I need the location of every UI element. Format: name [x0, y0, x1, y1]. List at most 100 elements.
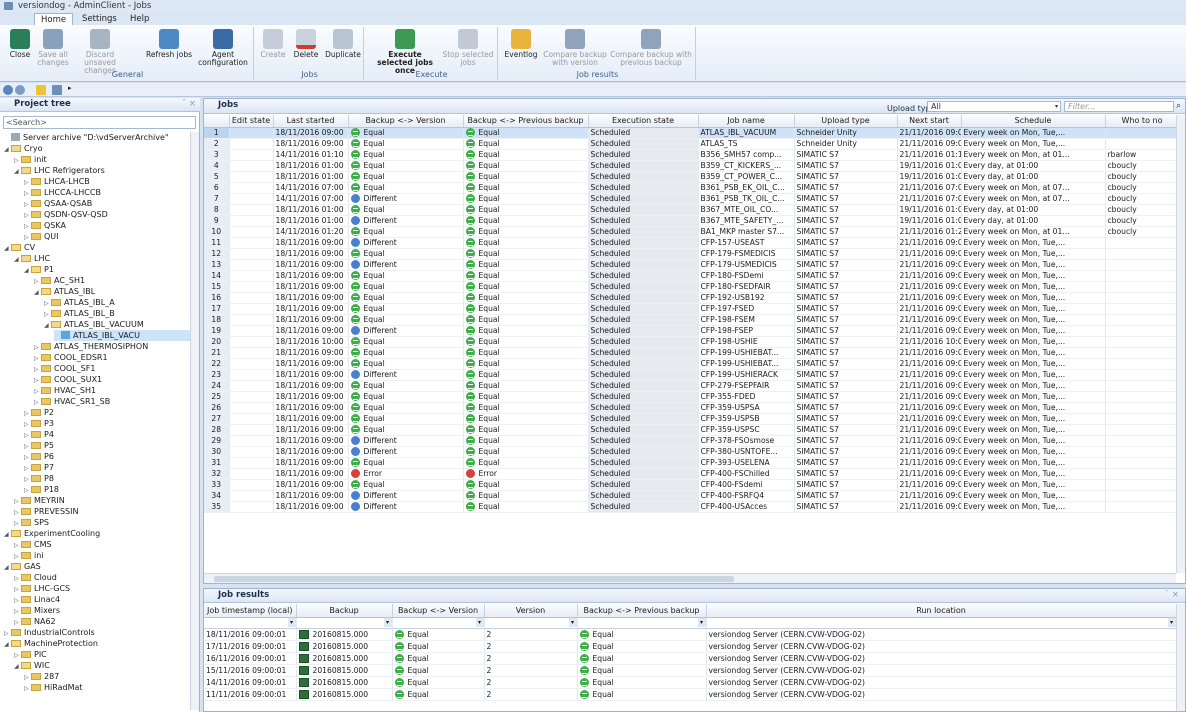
- table-row[interactable]: 12 18/11/2016 09:00 Equal Equal Scheduled CFP…: [204, 248, 1180, 260]
- tree-node[interactable]: ◢ Cryo: [4, 143, 190, 154]
- refresh-jobs-button[interactable]: Refresh jobs: [142, 29, 196, 59]
- column-header[interactable]: Job timestamp (local): [204, 604, 297, 618]
- compare-backup-with-previous-button[interactable]: Compare backup with previous backup: [610, 29, 692, 67]
- scrollbar-thumb[interactable]: [214, 576, 734, 582]
- table-row[interactable]: 13 18/11/2016 09:00 Different Equal Schedule…: [204, 259, 1180, 271]
- agent-configuration-button[interactable]: Agent configuration: [196, 29, 250, 67]
- collapse-arrow-icon[interactable]: ◢: [4, 562, 11, 573]
- tree-node[interactable]: ▷ P2: [24, 407, 190, 418]
- column-filter[interactable]: ▾: [706, 617, 1177, 629]
- table-row[interactable]: 23 18/11/2016 09:00 Different Equal Schedule…: [204, 369, 1180, 381]
- jobs-vertical-scrollbar[interactable]: [1176, 115, 1185, 573]
- table-row[interactable]: 7 14/11/2016 07:00 Different Equal Scheduled…: [204, 193, 1180, 205]
- collapse-arrow-icon[interactable]: ◢: [14, 661, 21, 672]
- create-job-button[interactable]: Create: [258, 29, 288, 59]
- table-row[interactable]: 28 18/11/2016 09:00 Equal Equal Scheduled CFP…: [204, 424, 1180, 436]
- table-row[interactable]: 1 18/11/2016 09:00 Equal Equal Scheduled ATLA…: [204, 127, 1180, 139]
- tree-node[interactable]: ▷ MEYRIN: [14, 495, 190, 506]
- duplicate-job-button[interactable]: Duplicate: [324, 29, 362, 59]
- column-header[interactable]: Execution state: [588, 115, 699, 128]
- filter-dropdown-icon[interactable]: ▾: [568, 618, 576, 627]
- table-row[interactable]: 17 18/11/2016 09:00 Equal Equal Scheduled CFP…: [204, 303, 1180, 315]
- filter-dropdown-icon[interactable]: ▾: [383, 618, 391, 627]
- tree-node[interactable]: ▷ P5: [24, 440, 190, 451]
- column-filter[interactable]: ▾: [577, 617, 707, 629]
- column-header[interactable]: Backup <-> Version: [348, 115, 464, 128]
- collapse-arrow-icon[interactable]: ◢: [34, 287, 41, 298]
- table-row[interactable]: 31 18/11/2016 09:00 Equal Equal Scheduled CFP…: [204, 457, 1180, 469]
- table-row[interactable]: 26 18/11/2016 09:00 Equal Equal Scheduled CFP…: [204, 402, 1180, 414]
- column-header[interactable]: Edit state: [229, 115, 274, 128]
- tree-node[interactable]: ◢ ATLAS_IBL: [34, 286, 190, 297]
- tree-node[interactable]: ▷ ATLAS_IBL_A: [44, 297, 190, 308]
- collapse-arrow-icon[interactable]: ◢: [4, 529, 11, 540]
- table-row[interactable]: 10 14/11/2016 01:20 Equal Equal Scheduled BA1…: [204, 226, 1180, 238]
- column-header[interactable]: Run location: [706, 604, 1177, 618]
- collapse-arrow-icon[interactable]: ◢: [4, 144, 11, 155]
- tree-node[interactable]: ▷ P7: [24, 462, 190, 473]
- stop-selected-jobs-button[interactable]: Stop selected jobs: [442, 29, 494, 67]
- tree-node[interactable]: ▷ 287: [24, 671, 190, 682]
- table-row[interactable]: 32 18/11/2016 09:00 Error Error Scheduled CFP…: [204, 468, 1180, 480]
- table-row[interactable]: 24 18/11/2016 09:00 Equal Equal Scheduled CFP…: [204, 380, 1180, 392]
- panel-close-icon[interactable]: ¯ ×: [182, 98, 196, 111]
- tree-node[interactable]: ▷ P18: [24, 484, 190, 495]
- tree-search-input[interactable]: <Search>: [3, 116, 196, 129]
- save-all-changes-button[interactable]: Save all changes: [36, 29, 70, 67]
- collapse-arrow-icon[interactable]: ◢: [24, 265, 31, 276]
- table-row[interactable]: 30 18/11/2016 09:00 Different Equal Schedule…: [204, 446, 1180, 458]
- expand-arrow-icon[interactable]: ▷: [24, 683, 31, 694]
- table-row[interactable]: 5 18/11/2016 01:00 Equal Equal Scheduled B359…: [204, 171, 1180, 183]
- tree-node[interactable]: ▷ SPS: [14, 517, 190, 528]
- column-header[interactable]: Version: [484, 604, 578, 618]
- search-icon[interactable]: ⌕: [1176, 100, 1181, 113]
- table-row[interactable]: 11 18/11/2016 09:00 Different Equal Schedule…: [204, 237, 1180, 249]
- tree-node[interactable]: ▷ P4: [24, 429, 190, 440]
- table-row[interactable]: 35 18/11/2016 09:00 Different Equal Schedule…: [204, 501, 1180, 513]
- table-row[interactable]: 22 18/11/2016 09:00 Equal Equal Scheduled CFP…: [204, 358, 1180, 370]
- tree-node[interactable]: ▷ COOL_SUX1: [34, 374, 190, 385]
- column-header[interactable]: Backup: [296, 604, 393, 618]
- table-row[interactable]: 6 14/11/2016 07:00 Equal Equal Scheduled B361…: [204, 182, 1180, 194]
- tree-node[interactable]: ▷ P6: [24, 451, 190, 462]
- tree-scrollbar[interactable]: [190, 132, 199, 710]
- tab-settings[interactable]: Settings: [76, 13, 123, 25]
- compare-backup-with-version-button[interactable]: Compare backup with version: [542, 29, 608, 67]
- tree-node[interactable]: ◢ LHC: [14, 253, 190, 264]
- column-header[interactable]: Job name: [698, 115, 795, 128]
- tree-node[interactable]: ▷ Linac4: [14, 594, 190, 605]
- table-row[interactable]: 19 18/11/2016 09:00 Different Equal Schedule…: [204, 325, 1180, 337]
- table-row[interactable]: 11/11/2016 09:00:01 20160815.000 Equal 2 Equ…: [204, 688, 1177, 701]
- table-row[interactable]: 9 18/11/2016 01:00 Different Equal Scheduled…: [204, 215, 1180, 227]
- filter-dropdown-icon[interactable]: ▾: [475, 618, 483, 627]
- tree-node[interactable]: ATLAS_IBL_VACU: [54, 330, 190, 341]
- table-row[interactable]: 16 18/11/2016 09:00 Equal Equal Scheduled CFP…: [204, 292, 1180, 304]
- filter-dropdown-icon[interactable]: ▾: [1167, 618, 1175, 627]
- collapse-arrow-icon[interactable]: ◢: [44, 320, 51, 331]
- column-header[interactable]: Next start: [897, 115, 962, 128]
- table-row[interactable]: 20 18/11/2016 10:00 Equal Equal Scheduled CFP…: [204, 336, 1180, 348]
- favorites-star-icon[interactable]: [36, 85, 46, 95]
- collapse-arrow-icon[interactable]: ◢: [4, 639, 11, 650]
- tree-node[interactable]: ▷ ATLAS_THERMOSIPHON: [34, 341, 190, 352]
- back-icon[interactable]: [3, 85, 13, 95]
- tree-node[interactable]: Server archive "D:\vdServerArchive": [4, 132, 190, 143]
- tree-node[interactable]: ◢ LHC Refrigerators: [14, 165, 190, 176]
- tree-node[interactable]: ▷ QSDN-QSV-QSD: [24, 209, 190, 220]
- tree-node[interactable]: ◢ WIC: [14, 660, 190, 671]
- table-row[interactable]: 34 18/11/2016 09:00 Different Equal Schedule…: [204, 490, 1180, 502]
- table-row[interactable]: 29 18/11/2016 09:00 Different Equal Schedule…: [204, 435, 1180, 447]
- jobs-filter-input[interactable]: Filter...: [1064, 101, 1174, 112]
- discard-unsaved-changes-button[interactable]: Discard unsaved changes: [70, 29, 130, 75]
- close-button[interactable]: Close: [6, 29, 34, 59]
- jobs-horizontal-scrollbar[interactable]: [204, 573, 1176, 583]
- tree-node[interactable]: ◢ GAS: [4, 561, 190, 572]
- tree-node[interactable]: ▷ ATLAS_IBL_B: [44, 308, 190, 319]
- table-row[interactable]: 18 18/11/2016 09:00 Equal Equal Scheduled CFP…: [204, 314, 1180, 326]
- table-row[interactable]: 25 18/11/2016 09:00 Equal Equal Scheduled CFP…: [204, 391, 1180, 403]
- table-row[interactable]: 33 18/11/2016 09:00 Equal Equal Scheduled CFP…: [204, 479, 1180, 491]
- tree-node[interactable]: ▷ COOL_EDSR1: [34, 352, 190, 363]
- table-row[interactable]: 16/11/2016 09:00:01 20160815.000 Equal 2 Equ…: [204, 652, 1177, 665]
- tree-node[interactable]: ◢ CV: [4, 242, 190, 253]
- chevron-right-icon[interactable]: ▸: [68, 84, 72, 92]
